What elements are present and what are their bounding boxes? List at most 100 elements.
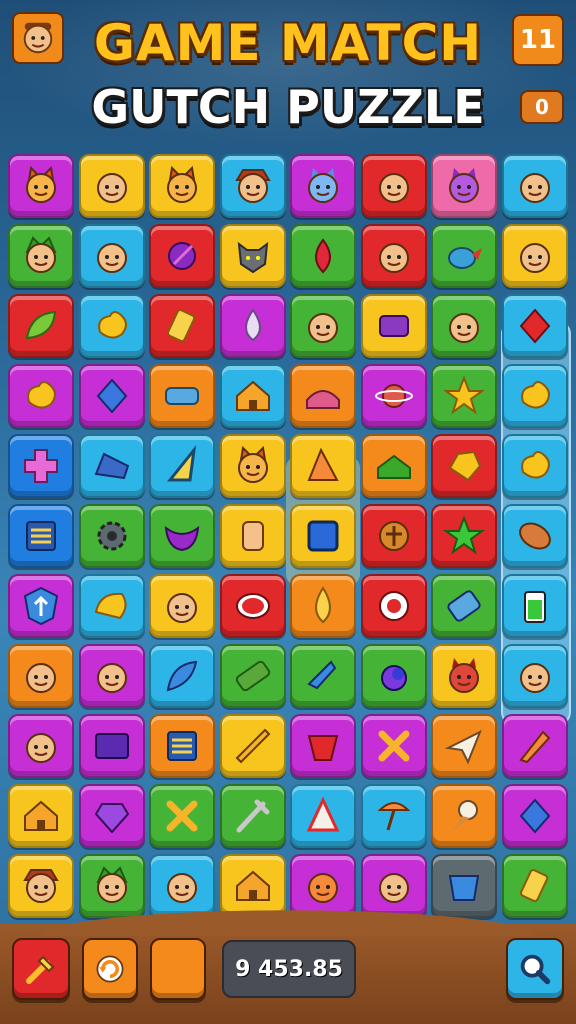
tile-r8-c4[interactable] [219, 644, 286, 708]
tile-r5-c2[interactable] [78, 434, 145, 498]
tile-r4-c2[interactable] [78, 364, 145, 428]
tile-r10-c1[interactable] [8, 784, 74, 848]
green-house-icon [372, 444, 416, 488]
tile-r1-c5[interactable] [290, 154, 356, 218]
lamp-icon [372, 794, 416, 838]
tile-r8-c2[interactable] [78, 644, 145, 708]
tile-r7-c3[interactable] [149, 574, 215, 638]
tile-r3-c7[interactable] [431, 294, 497, 358]
tile-r1-c8[interactable] [501, 154, 568, 218]
tile-r2-c8[interactable] [501, 224, 568, 288]
green-face-icon [442, 304, 486, 348]
tile-r4-c6[interactable] [360, 364, 427, 428]
tile-r2-c7[interactable] [431, 224, 497, 288]
red-devil-icon [442, 654, 486, 698]
face-icon [160, 584, 204, 628]
tile-r1-c3[interactable] [149, 154, 215, 218]
tile-r2-c4[interactable] [219, 224, 286, 288]
gold-drop-icon [301, 584, 345, 628]
tile-r4-c4[interactable] [219, 364, 286, 428]
tile-r9-c5[interactable] [290, 714, 356, 778]
tile-r5-c4[interactable] [219, 434, 286, 498]
tile-r9-c3[interactable] [149, 714, 215, 778]
tile-r1-c6[interactable] [360, 154, 427, 218]
glasses-face-icon [513, 164, 557, 208]
tile-r3-c1[interactable] [8, 294, 74, 358]
tile-r2-c2[interactable] [78, 224, 145, 288]
game-title: GAME MATCH [93, 14, 483, 72]
purple-cat-icon [442, 164, 486, 208]
tile-r7-c8[interactable] [501, 574, 568, 638]
hammer-button[interactable] [12, 938, 70, 1000]
tile-r9-c1[interactable] [8, 714, 74, 778]
tile-r9-c2[interactable] [78, 714, 145, 778]
tile-r9-c6[interactable] [360, 714, 427, 778]
tile-r8-c6[interactable] [360, 644, 427, 708]
tile-r10-c6[interactable] [360, 784, 427, 848]
tile-r7-c7[interactable] [431, 574, 497, 638]
tile-r6-c5[interactable] [290, 504, 356, 568]
tile-r9-c4[interactable] [219, 714, 286, 778]
tile-r2-c3[interactable] [149, 224, 215, 288]
tile-r4-c3[interactable] [149, 364, 215, 428]
refresh-button[interactable] [82, 938, 138, 1000]
tile-r6-c2[interactable] [78, 504, 145, 568]
tile-r3-c2[interactable] [78, 294, 145, 358]
blank-button[interactable] [150, 938, 206, 1000]
tile-r8-c7[interactable] [431, 644, 497, 708]
tile-r3-c3[interactable] [149, 294, 215, 358]
score-display: 9 453.85 [222, 940, 356, 998]
tile-r7-c1[interactable] [8, 574, 74, 638]
tile-r1-c1[interactable] [8, 154, 74, 218]
tile-r10-c4[interactable] [219, 784, 286, 848]
tile-r2-c6[interactable] [360, 224, 427, 288]
tile-r8-c8[interactable] [501, 644, 568, 708]
tile-r5-c8[interactable] [501, 434, 568, 498]
tile-r8-c5[interactable] [290, 644, 356, 708]
tile-r10-c8[interactable] [501, 784, 568, 848]
tile-r6-c1[interactable] [8, 504, 74, 568]
tile-r7-c6[interactable] [360, 574, 427, 638]
tile-r5-c5[interactable] [290, 434, 356, 498]
target-icon [372, 584, 416, 628]
tile-r5-c6[interactable] [360, 434, 427, 498]
tile-r1-c7[interactable] [431, 154, 497, 218]
tile-r5-c1[interactable] [8, 434, 74, 498]
tile-r10-c7[interactable] [431, 784, 497, 848]
tile-r4-c5[interactable] [290, 364, 356, 428]
tile-r10-c3[interactable] [149, 784, 215, 848]
tile-r1-c4[interactable] [219, 154, 286, 218]
tile-r6-c3[interactable] [149, 504, 215, 568]
tile-r4-c8[interactable] [501, 364, 568, 428]
tile-r2-c1[interactable] [8, 224, 74, 288]
tile-r4-c1[interactable] [8, 364, 74, 428]
tile-r5-c7[interactable] [431, 434, 497, 498]
tile-r6-c6[interactable] [360, 504, 427, 568]
tile-r6-c8[interactable] [501, 504, 568, 568]
tile-r3-c6[interactable] [360, 294, 427, 358]
tile-r1-c2[interactable] [78, 154, 145, 218]
tile-r8-c3[interactable] [149, 644, 215, 708]
score-value: 9 453.85 [235, 956, 343, 982]
tile-r7-c2[interactable] [78, 574, 145, 638]
tile-r4-c7[interactable] [431, 364, 497, 428]
level-badge[interactable]: 11 [512, 14, 564, 66]
face-icon [372, 864, 416, 908]
tile-r6-c4[interactable] [219, 504, 286, 568]
tile-r9-c7[interactable] [431, 714, 497, 778]
tile-r8-c1[interactable] [8, 644, 74, 708]
tile-r7-c4[interactable] [219, 574, 286, 638]
tile-r6-c7[interactable] [431, 504, 497, 568]
tile-r10-c2[interactable] [78, 784, 145, 848]
tile-r3-c4[interactable] [219, 294, 286, 358]
tile-r7-c5[interactable] [290, 574, 356, 638]
tile-r5-c3[interactable] [149, 434, 215, 498]
tile-r3-c8[interactable] [501, 294, 568, 358]
paper-plane-icon [442, 724, 486, 768]
tile-r9-c8[interactable] [501, 714, 568, 778]
yellow-shell-icon [90, 584, 134, 628]
tile-r10-c5[interactable] [290, 784, 356, 848]
tile-r2-c5[interactable] [290, 224, 356, 288]
tile-r3-c5[interactable] [290, 294, 356, 358]
search-button[interactable] [506, 938, 564, 1000]
